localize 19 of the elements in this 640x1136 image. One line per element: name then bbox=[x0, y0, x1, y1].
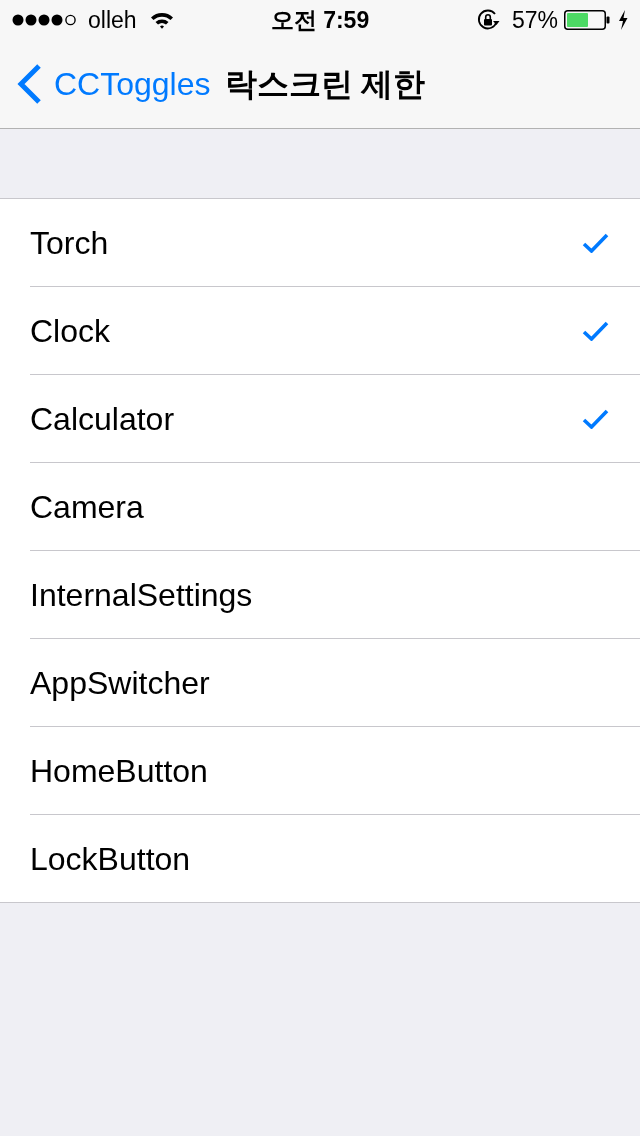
list-item[interactable]: Torch bbox=[0, 199, 640, 286]
list-item[interactable]: Clock bbox=[0, 287, 640, 374]
back-button[interactable]: CCToggles bbox=[16, 64, 211, 104]
list-item[interactable]: AppSwitcher bbox=[0, 639, 640, 726]
charging-bolt-icon bbox=[618, 10, 628, 30]
carrier-name: olleh bbox=[88, 8, 137, 32]
back-chevron-icon bbox=[16, 64, 42, 104]
rotation-lock-icon bbox=[475, 8, 500, 32]
status-time: 오전 7:59 bbox=[270, 8, 370, 32]
signal-strength-icon bbox=[12, 14, 79, 26]
wifi-icon bbox=[149, 11, 174, 29]
battery-icon bbox=[564, 10, 610, 30]
screen-title: 락스크린 제한 bbox=[224, 68, 426, 100]
list-item[interactable]: InternalSettings bbox=[0, 551, 640, 638]
list-item[interactable]: HomeButton bbox=[0, 727, 640, 814]
list-item[interactable]: Calculator bbox=[0, 375, 640, 462]
list-item[interactable]: Camera bbox=[0, 463, 640, 550]
list-item[interactable]: LockButton bbox=[0, 815, 640, 902]
battery-percentage: 57% bbox=[511, 8, 558, 32]
